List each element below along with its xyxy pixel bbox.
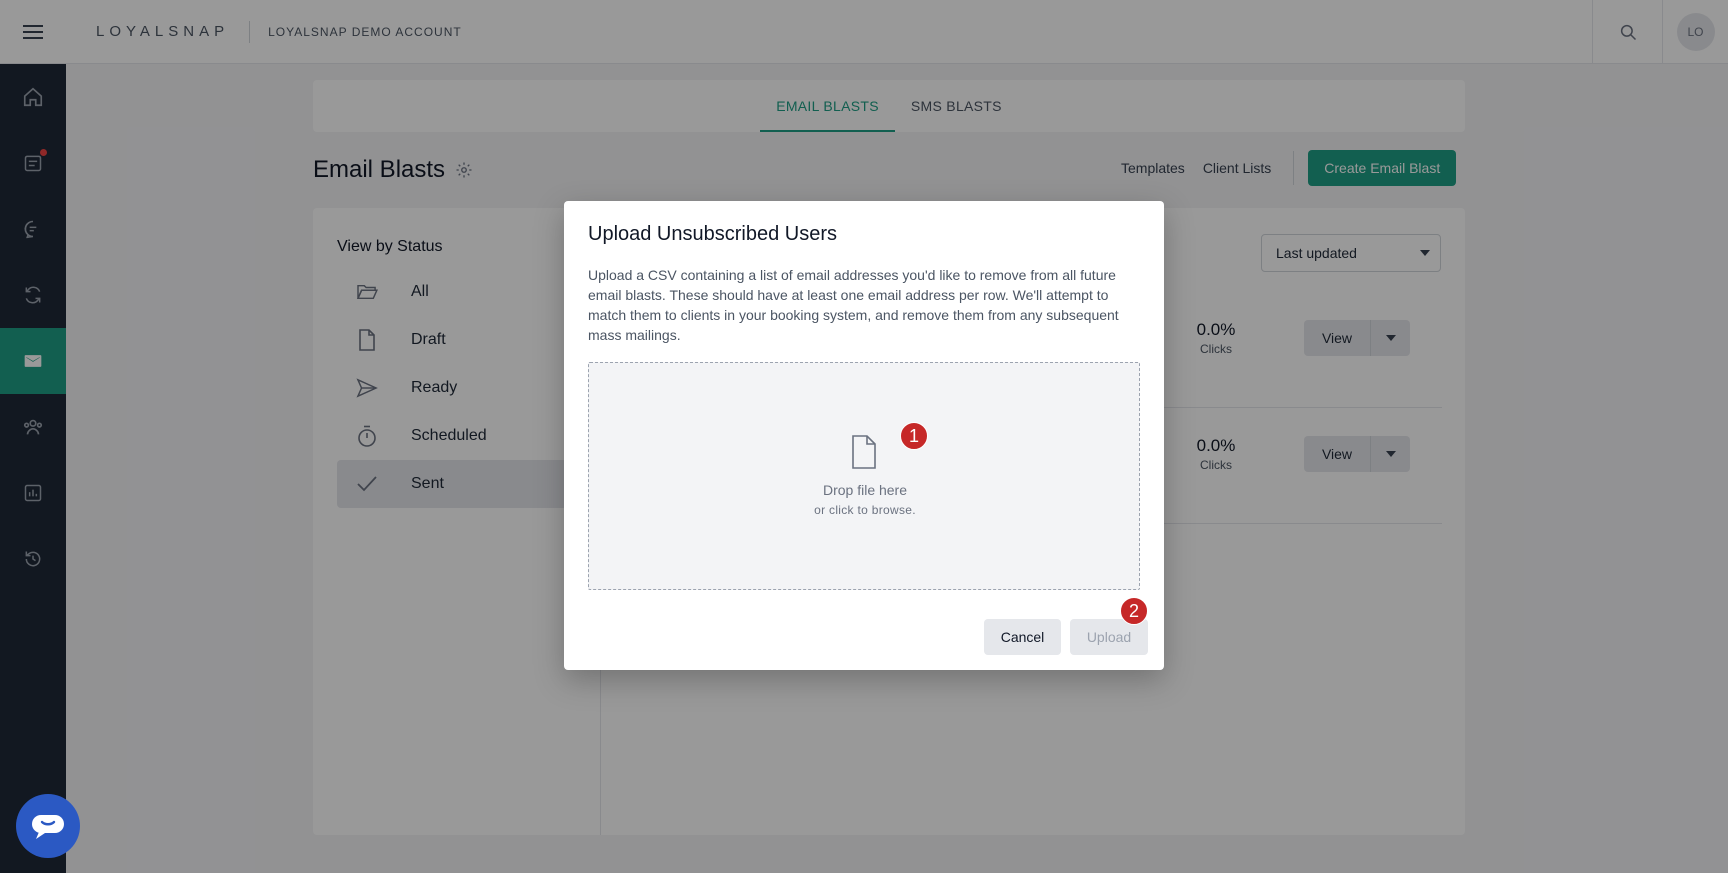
chat-bubble-icon [32,815,64,839]
step-badge-2: 2 [1120,597,1148,625]
dropzone-main-text: Drop file here [822,482,908,498]
file-dropzone[interactable]: Drop file here or click to browse. [588,362,1140,590]
cancel-button[interactable]: Cancel [984,619,1061,655]
upload-unsubscribed-modal: Upload Unsubscribed Users Upload a CSV c… [564,201,1164,670]
file-icon [852,435,876,469]
chat-widget-button[interactable] [16,794,80,858]
modal-title: Upload Unsubscribed Users [588,223,838,245]
dropzone-sub-text: or click to browse. [814,503,916,517]
step-badge-1: 1 [900,422,928,450]
modal-description: Upload a CSV containing a list of email … [588,267,1119,343]
